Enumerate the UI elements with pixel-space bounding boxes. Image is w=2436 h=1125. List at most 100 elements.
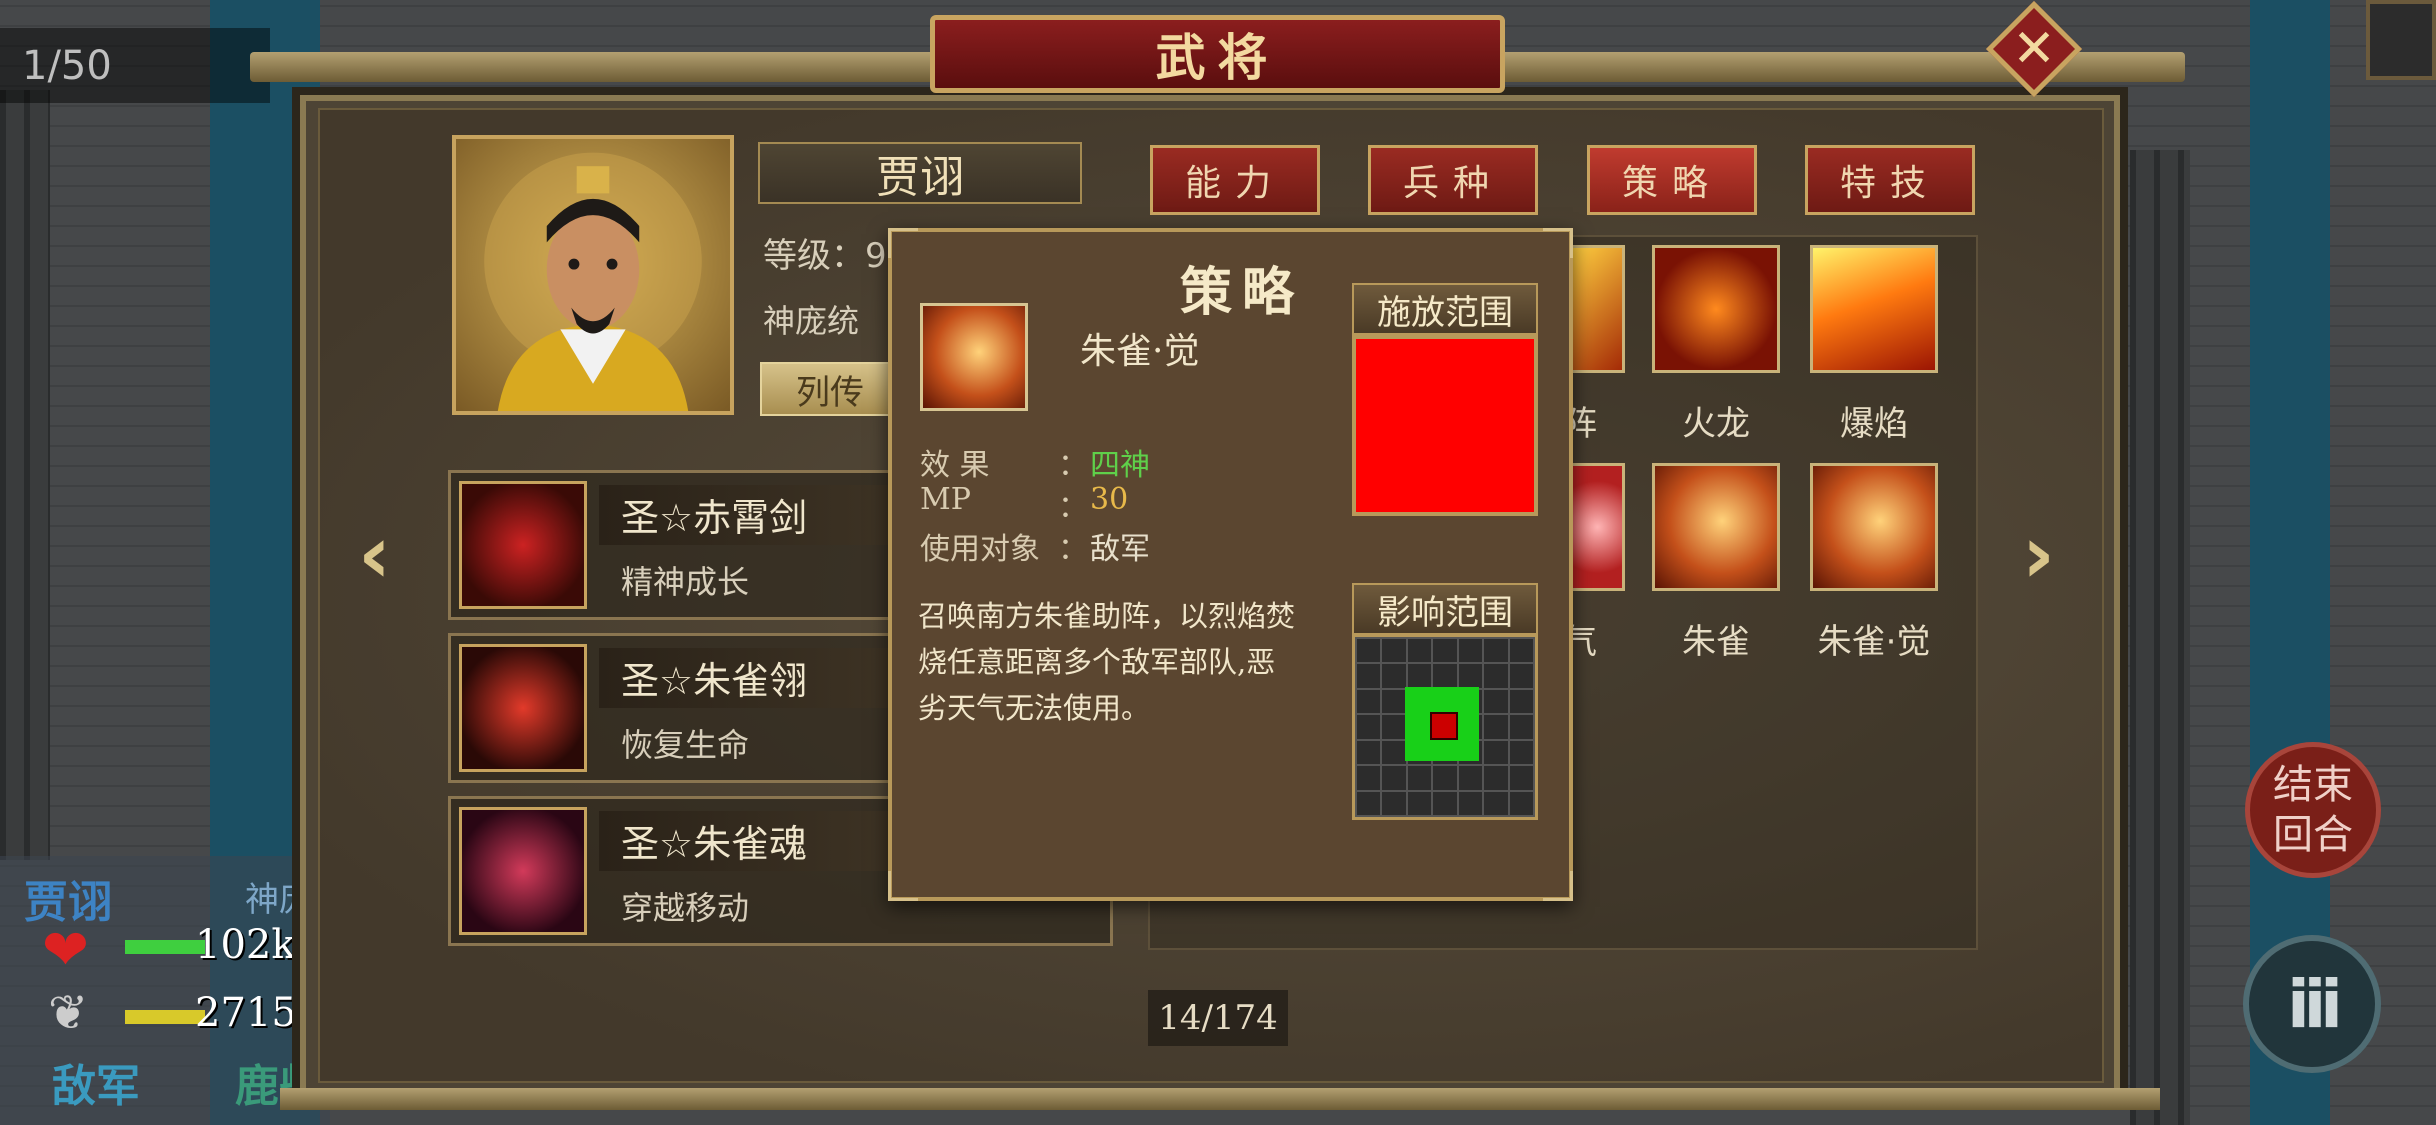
map-wall-right [2130, 150, 2190, 1125]
hud-hp-value: 102k/ [195, 922, 310, 968]
skill-label: 朱雀 [1682, 622, 1750, 662]
tab-troops[interactable]: 兵种 [1368, 145, 1538, 215]
menu-button[interactable]: iii [2243, 935, 2381, 1073]
flame-skill-icon[interactable] [1570, 463, 1625, 591]
tooltip-effect-value: 四神 [1090, 448, 1150, 483]
cast-range-label: 施放范围 [1352, 283, 1538, 335]
effect-grid-cell [1509, 689, 1533, 714]
mp-bar [125, 1010, 205, 1024]
close-icon[interactable]: ✕ [2000, 15, 2068, 83]
end-turn-button[interactable]: 结束 回合 [2245, 742, 2381, 878]
effect-grid-cell [1357, 639, 1381, 663]
effect-grid-cell [1484, 664, 1508, 688]
effect-grid-cell [1433, 664, 1457, 688]
tooltip-title: 策略 [1180, 262, 1305, 323]
fire-skill-icon[interactable] [1570, 245, 1625, 373]
effect-range-label: 影响范围 [1352, 583, 1538, 635]
effect-grid-cell [1357, 740, 1381, 765]
effect-grid-cell [1357, 791, 1381, 815]
phoenix-feather-icon [459, 644, 587, 772]
phoenix-awakened-icon [920, 303, 1028, 411]
explosion-icon[interactable] [1810, 245, 1938, 373]
effect-grid-cell [1484, 791, 1508, 815]
wing-icon: ❦ [48, 985, 89, 1041]
phoenix-awakened-icon[interactable] [1810, 463, 1938, 591]
tooltip-skill-name: 朱雀·觉 [1080, 331, 1200, 372]
level-row: 等级：99 [763, 228, 908, 277]
effect-grid-cell [1484, 715, 1508, 739]
heart-icon: ❤ [42, 918, 89, 983]
tooltip-effect-label: 效 果 [920, 448, 990, 483]
tooltip-mp-value: 30 [1090, 482, 1129, 517]
portrait-image [484, 152, 702, 411]
tooltip-corner-ornament [1543, 871, 1573, 901]
effect-grid-cell [1509, 766, 1533, 790]
next-general-arrow-icon[interactable]: › [2022, 508, 2055, 601]
map-corner-button[interactable] [2366, 0, 2436, 80]
effect-grid-cell [1407, 766, 1432, 790]
effect-grid-cell [1357, 766, 1381, 790]
effect-grid-cell [1509, 791, 1533, 815]
effect-grid-cell [1382, 664, 1406, 688]
end-turn-label: 结束 回合 [2273, 762, 2353, 858]
hud-side-label: 敌军 [52, 1061, 140, 1112]
tab-ability[interactable]: 能力 [1150, 145, 1320, 215]
cast-range-indicator [1352, 335, 1538, 516]
tooltip-colon: ： [1058, 532, 1088, 567]
effect-grid-cell [1407, 664, 1432, 688]
prev-general-arrow-icon[interactable]: ‹ [358, 508, 391, 601]
tooltip-colon: ： [1058, 490, 1088, 525]
sword-icon [459, 481, 587, 609]
tooltip-colon: ： [1058, 448, 1088, 483]
effect-grid-cell [1382, 715, 1406, 739]
effect-grid-cell [1382, 740, 1406, 765]
effect-grid-cell [1357, 715, 1381, 739]
tooltip-mp-label: MP [920, 482, 971, 517]
effect-grid-cell [1382, 689, 1406, 714]
effect-target-cell [1430, 712, 1458, 740]
effect-grid-cell [1382, 766, 1406, 790]
effect-grid-cell [1407, 639, 1432, 663]
effect-grid-cell [1433, 791, 1457, 815]
effect-grid-cell [1357, 689, 1381, 714]
fire-dragon-icon[interactable] [1652, 245, 1780, 373]
effect-grid-cell [1433, 639, 1457, 663]
effect-grid-cell [1509, 715, 1533, 739]
window-title: 武将 [930, 15, 1505, 93]
item-description: 精神成长 [621, 563, 750, 601]
general-title: 神庞统 [763, 302, 860, 340]
item-name: 圣☆朱雀翎 [621, 659, 808, 703]
effect-grid-cell [1458, 791, 1483, 815]
item-description: 穿越移动 [621, 889, 750, 927]
page-counter: 14/174 [1148, 990, 1288, 1046]
skill-label: 朱雀·觉 [1817, 622, 1931, 662]
phoenix-icon[interactable] [1652, 463, 1780, 591]
biography-button[interactable]: 列传 [760, 362, 900, 416]
tab-special-skills[interactable]: 特技 [1805, 145, 1975, 215]
effect-grid-cell [1509, 740, 1533, 765]
effect-grid-cell [1484, 689, 1508, 714]
effect-grid-cell [1382, 791, 1406, 815]
turn-counter: 1/50 [0, 28, 270, 103]
menu-icon: iii [2287, 965, 2343, 1043]
window-bottom-rail [280, 1088, 2160, 1110]
effect-grid-cell [1458, 664, 1483, 688]
tooltip-target-label: 使用对象 [920, 532, 1040, 567]
skill-label: 爆焰 [1840, 404, 1908, 444]
level-label: 等级： [763, 236, 865, 276]
map-wall-left [0, 90, 50, 860]
skill-label: 火龙 [1682, 404, 1750, 444]
tooltip-target-value: 敌军 [1090, 532, 1150, 567]
tooltip-description: 召唤南方朱雀助阵，以烈焰焚烧任意距离多个敌军部队,恶劣天气无法使用。 [918, 599, 1296, 725]
effect-grid-cell [1509, 664, 1533, 688]
effect-grid-cell [1357, 664, 1381, 688]
phoenix-soul-icon [459, 807, 587, 935]
effect-grid-cell [1484, 740, 1508, 765]
effect-grid-cell [1382, 639, 1406, 663]
hp-bar [125, 940, 205, 954]
effect-grid-cell [1458, 639, 1483, 663]
effect-grid-cell [1484, 639, 1508, 663]
item-description: 恢复生命 [621, 726, 750, 764]
tooltip-corner-ornament [888, 228, 918, 258]
tab-strategy[interactable]: 策略 [1587, 145, 1757, 215]
